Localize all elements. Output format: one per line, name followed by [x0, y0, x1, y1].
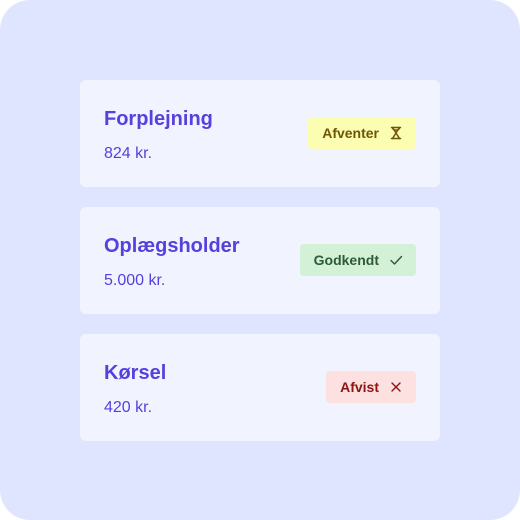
expense-title: Forplejning — [104, 108, 213, 130]
expense-amount: 5.000 kr. — [104, 272, 166, 289]
status-label: Godkendt — [313, 252, 379, 268]
expense-card-koersel[interactable]: Kørsel 420 kr. Afvist — [80, 334, 440, 441]
hourglass-icon — [389, 126, 403, 140]
expense-amount: 824 kr. — [104, 145, 153, 162]
app-background: Forplejning 824 kr. Afventer Oplægsholde… — [0, 0, 520, 520]
expense-card-forplejning[interactable]: Forplejning 824 kr. Afventer — [80, 80, 440, 187]
x-icon — [389, 380, 403, 394]
status-badge-rejected: Afvist — [326, 371, 416, 403]
expense-title: Kørsel — [104, 362, 167, 384]
expense-title: Oplægsholder — [104, 235, 240, 257]
status-badge-pending: Afventer — [308, 117, 416, 149]
expense-card-oplaegsholder[interactable]: Oplægsholder 5.000 kr. Godkendt — [80, 207, 440, 314]
status-label: Afvist — [340, 379, 379, 395]
status-badge-approved: Godkendt — [299, 244, 416, 276]
expense-amount: 420 kr. — [104, 399, 153, 416]
check-icon — [389, 253, 403, 267]
status-label: Afventer — [322, 125, 379, 141]
expense-list: Forplejning 824 kr. Afventer Oplægsholde… — [80, 80, 440, 441]
